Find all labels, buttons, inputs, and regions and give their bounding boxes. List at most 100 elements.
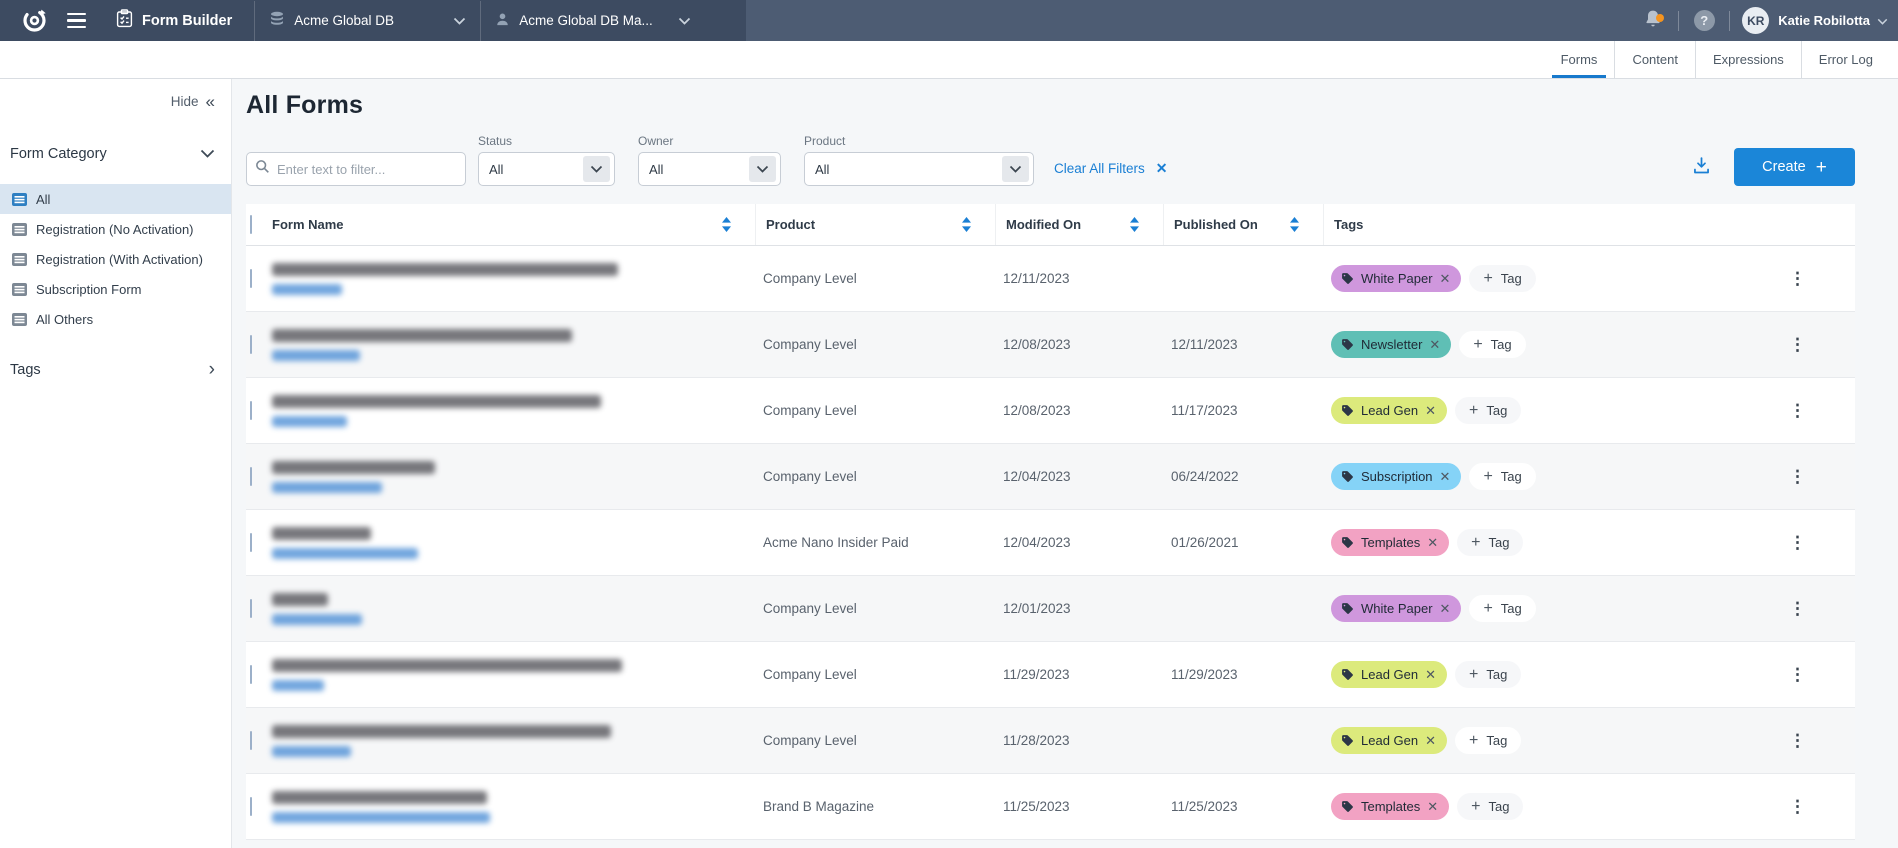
add-tag-button[interactable]: +Tag xyxy=(1455,397,1521,424)
add-tag-button[interactable]: +Tag xyxy=(1469,595,1535,622)
form-name-cell[interactable] xyxy=(270,659,755,691)
row-actions-kebab-button[interactable]: ⋮ xyxy=(1783,467,1855,487)
column-header-modified-on[interactable]: Modified On xyxy=(995,204,1163,245)
tags-section-header[interactable]: Tags › xyxy=(0,360,231,379)
remove-tag-icon[interactable]: ✕ xyxy=(1425,403,1436,419)
tab-forms[interactable]: Forms xyxy=(1544,41,1615,78)
row-checkbox[interactable] xyxy=(250,467,252,486)
lead-database-selector[interactable]: Acme Global DB Ma... xyxy=(481,12,705,30)
form-name-cell[interactable] xyxy=(270,527,755,559)
column-header-product[interactable]: Product xyxy=(755,204,995,245)
owner-filter-select[interactable]: All xyxy=(638,152,781,186)
workspace-selector[interactable]: Acme Global DB xyxy=(255,11,480,30)
form-name-cell[interactable] xyxy=(270,593,755,625)
row-actions-kebab-button[interactable]: ⋮ xyxy=(1783,599,1855,619)
add-tag-button[interactable]: +Tag xyxy=(1455,661,1521,688)
form-name-cell[interactable] xyxy=(270,791,755,823)
search-input[interactable] xyxy=(277,162,457,177)
tab-error-log[interactable]: Error Log xyxy=(1801,41,1890,78)
add-tag-button[interactable]: +Tag xyxy=(1469,265,1535,292)
remove-tag-icon[interactable]: ✕ xyxy=(1429,337,1440,353)
sort-arrows-icon[interactable] xyxy=(962,217,971,232)
remove-tag-icon[interactable]: ✕ xyxy=(1425,733,1436,749)
form-category-header[interactable]: Form Category xyxy=(0,146,231,162)
product-filter-select[interactable]: All xyxy=(804,152,1034,186)
add-tag-button[interactable]: +Tag xyxy=(1469,463,1535,490)
redacted-form-link[interactable] xyxy=(272,614,362,625)
sort-arrows-icon[interactable] xyxy=(1290,217,1299,232)
sort-arrows-icon[interactable] xyxy=(722,217,731,232)
tag-pill[interactable]: Templates✕ xyxy=(1331,529,1449,556)
row-actions-kebab-button[interactable]: ⋮ xyxy=(1783,401,1855,421)
menu-hamburger-button[interactable] xyxy=(54,13,98,29)
row-actions-kebab-button[interactable]: ⋮ xyxy=(1783,335,1855,355)
tag-pill[interactable]: White Paper✕ xyxy=(1331,595,1461,622)
tab-expressions[interactable]: Expressions xyxy=(1695,41,1801,78)
add-tag-button[interactable]: +Tag xyxy=(1455,727,1521,754)
remove-tag-icon[interactable]: ✕ xyxy=(1427,535,1438,551)
row-actions-kebab-button[interactable]: ⋮ xyxy=(1783,797,1855,817)
tag-pill[interactable]: Newsletter✕ xyxy=(1331,331,1451,358)
app-logo-icon[interactable] xyxy=(14,7,54,34)
remove-tag-icon[interactable]: ✕ xyxy=(1440,469,1451,485)
status-filter-select[interactable]: All xyxy=(478,152,615,186)
tab-content[interactable]: Content xyxy=(1614,41,1695,78)
add-tag-button[interactable]: +Tag xyxy=(1459,331,1525,358)
notifications-button[interactable] xyxy=(1632,8,1674,34)
redacted-form-link[interactable] xyxy=(272,284,342,295)
row-checkbox[interactable] xyxy=(250,665,252,684)
redacted-form-link[interactable] xyxy=(272,548,418,559)
help-button[interactable]: ? xyxy=(1683,10,1725,31)
add-tag-button[interactable]: +Tag xyxy=(1457,793,1523,820)
row-checkbox[interactable] xyxy=(250,269,252,288)
download-button[interactable] xyxy=(1691,155,1712,176)
form-name-cell[interactable] xyxy=(270,725,755,757)
sidebar-item-subscription-form[interactable]: Subscription Form xyxy=(0,274,231,304)
row-actions-kebab-button[interactable]: ⋮ xyxy=(1783,665,1855,685)
column-header-published-on[interactable]: Published On xyxy=(1163,204,1323,245)
form-name-cell[interactable] xyxy=(270,461,755,493)
redacted-form-link[interactable] xyxy=(272,812,490,823)
row-checkbox[interactable] xyxy=(250,599,252,618)
clear-all-filters-button[interactable]: Clear All Filters ✕ xyxy=(1054,160,1168,177)
form-name-cell[interactable] xyxy=(270,263,755,295)
remove-tag-icon[interactable]: ✕ xyxy=(1440,601,1451,617)
sidebar-item-all[interactable]: All xyxy=(0,184,231,214)
user-menu-chevron-icon[interactable] xyxy=(1877,12,1888,30)
sidebar-item-registration-with-activation-[interactable]: Registration (With Activation) xyxy=(0,244,231,274)
redacted-form-link[interactable] xyxy=(272,350,360,361)
tag-pill[interactable]: Lead Gen✕ xyxy=(1331,727,1447,754)
row-actions-kebab-button[interactable]: ⋮ xyxy=(1783,269,1855,289)
sort-arrows-icon[interactable] xyxy=(1130,217,1139,232)
redacted-form-link[interactable] xyxy=(272,746,351,757)
create-button[interactable]: Create + xyxy=(1734,148,1855,186)
row-checkbox[interactable] xyxy=(250,797,252,816)
row-checkbox[interactable] xyxy=(250,731,252,750)
tag-pill[interactable]: White Paper✕ xyxy=(1331,265,1461,292)
app-title-chip[interactable]: Form Builder xyxy=(98,9,254,32)
tag-pill[interactable]: Lead Gen✕ xyxy=(1331,397,1447,424)
redacted-form-link[interactable] xyxy=(272,680,324,691)
user-avatar[interactable]: KR xyxy=(1742,7,1769,34)
remove-tag-icon[interactable]: ✕ xyxy=(1427,799,1438,815)
redacted-form-link[interactable] xyxy=(272,482,382,493)
form-name-cell[interactable] xyxy=(270,395,755,427)
redacted-form-link[interactable] xyxy=(272,416,347,427)
sidebar-item-registration-no-activation-[interactable]: Registration (No Activation) xyxy=(0,214,231,244)
add-tag-button[interactable]: +Tag xyxy=(1457,529,1523,556)
select-all-checkbox[interactable] xyxy=(250,215,252,234)
tag-pill[interactable]: Subscription✕ xyxy=(1331,463,1461,490)
tag-pill[interactable]: Templates✕ xyxy=(1331,793,1449,820)
tag-pill[interactable]: Lead Gen✕ xyxy=(1331,661,1447,688)
row-checkbox[interactable] xyxy=(250,401,252,420)
remove-tag-icon[interactable]: ✕ xyxy=(1425,667,1436,683)
row-actions-kebab-button[interactable]: ⋮ xyxy=(1783,533,1855,553)
row-checkbox[interactable] xyxy=(250,335,252,354)
sidebar-item-all-others[interactable]: All Others xyxy=(0,304,231,334)
hide-sidebar-button[interactable]: Hide « xyxy=(0,93,231,110)
form-name-cell[interactable] xyxy=(270,329,755,361)
column-header-form-name[interactable]: Form Name xyxy=(270,204,755,245)
row-actions-kebab-button[interactable]: ⋮ xyxy=(1783,731,1855,751)
remove-tag-icon[interactable]: ✕ xyxy=(1440,271,1451,287)
row-checkbox[interactable] xyxy=(250,533,252,552)
